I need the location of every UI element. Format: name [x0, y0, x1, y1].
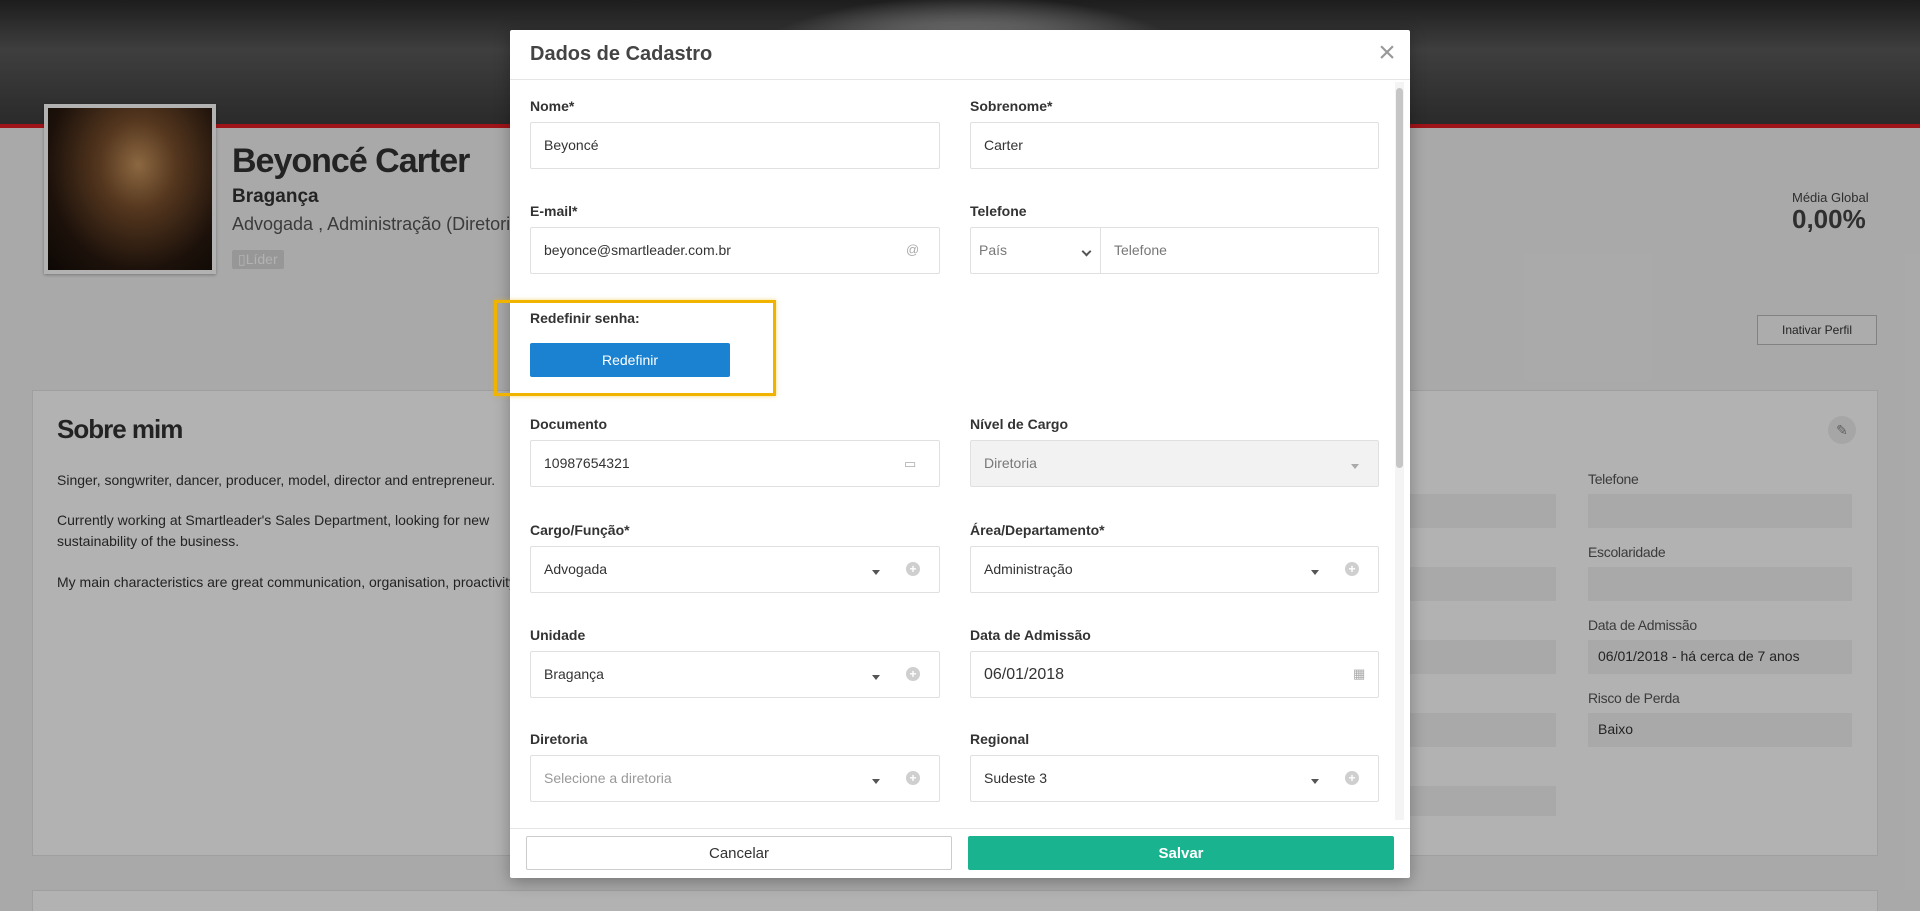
diretoria-placeholder: Selecione a diretoria — [544, 770, 672, 786]
caret-down-icon — [872, 570, 880, 575]
telefone-label: Telefone — [970, 203, 1027, 219]
id-card-icon: ▭ — [904, 456, 917, 471]
add-icon[interactable]: + — [1345, 771, 1359, 785]
telefone-field: País Telefone — [970, 227, 1379, 274]
modal-footer-divider — [510, 828, 1410, 829]
modal-scrollbar[interactable] — [1395, 82, 1404, 820]
caret-down-icon — [872, 675, 880, 680]
modal-header-divider — [510, 79, 1410, 80]
save-button[interactable]: Salvar — [968, 836, 1394, 870]
redefinir-button[interactable]: Redefinir — [530, 343, 730, 377]
cargo-value: Advogada — [544, 561, 608, 577]
add-icon[interactable]: + — [906, 562, 920, 576]
nivel-value: Diretoria — [984, 455, 1037, 471]
admissao-label: Data de Admissão — [970, 627, 1091, 643]
unidade-label: Unidade — [530, 627, 586, 643]
add-icon[interactable]: + — [906, 667, 920, 681]
caret-down-icon — [1311, 779, 1319, 784]
unidade-value: Bragança — [544, 666, 604, 682]
documento-label: Documento — [530, 416, 607, 432]
cargo-label: Cargo/Função* — [530, 522, 630, 538]
nome-label: Nome* — [530, 98, 575, 114]
scrollbar-thumb[interactable] — [1396, 88, 1403, 468]
at-icon: @ — [906, 242, 920, 257]
email-value: beyonce@smartleader.com.br — [544, 242, 731, 258]
modal-title: Dados de Cadastro — [530, 43, 713, 65]
nivel-label: Nível de Cargo — [970, 416, 1069, 432]
close-icon[interactable]: × — [1372, 38, 1402, 68]
sobrenome-input[interactable]: Carter — [970, 122, 1379, 169]
sobrenome-label: Sobrenome* — [970, 98, 1053, 114]
documento-input[interactable]: 10987654321 — [530, 440, 940, 487]
regional-label: Regional — [970, 731, 1030, 747]
nome-input[interactable]: Beyoncé — [530, 122, 940, 169]
add-icon[interactable]: + — [906, 771, 920, 785]
country-select[interactable]: País — [971, 228, 1101, 273]
chevron-down-icon — [1081, 246, 1092, 257]
calendar-icon[interactable]: ▦ — [1353, 666, 1365, 682]
telefone-input[interactable]: Telefone — [1114, 228, 1167, 273]
area-value: Administração — [984, 561, 1073, 577]
redefinir-label: Redefinir senha: — [530, 310, 640, 326]
nivel-select: Diretoria — [970, 440, 1379, 487]
caret-down-icon — [1351, 464, 1359, 469]
email-label: E-mail* — [530, 203, 578, 219]
cancel-button[interactable]: Cancelar — [526, 836, 952, 870]
diretoria-label: Diretoria — [530, 731, 588, 747]
admissao-input[interactable]: 06/01/2018 — [970, 651, 1379, 698]
country-placeholder: País — [979, 242, 1008, 258]
caret-down-icon — [1311, 570, 1319, 575]
registration-modal: Dados de Cadastro × Nome* Beyoncé Sobren… — [494, 30, 1410, 878]
documento-value: 10987654321 — [544, 455, 630, 471]
add-icon[interactable]: + — [1345, 562, 1359, 576]
area-label: Área/Departamento* — [970, 522, 1105, 538]
caret-down-icon — [872, 779, 880, 784]
regional-value: Sudeste 3 — [984, 770, 1048, 786]
admissao-value: 06/01/2018 — [984, 666, 1065, 683]
email-input[interactable]: beyonce@smartleader.com.br — [530, 227, 940, 274]
